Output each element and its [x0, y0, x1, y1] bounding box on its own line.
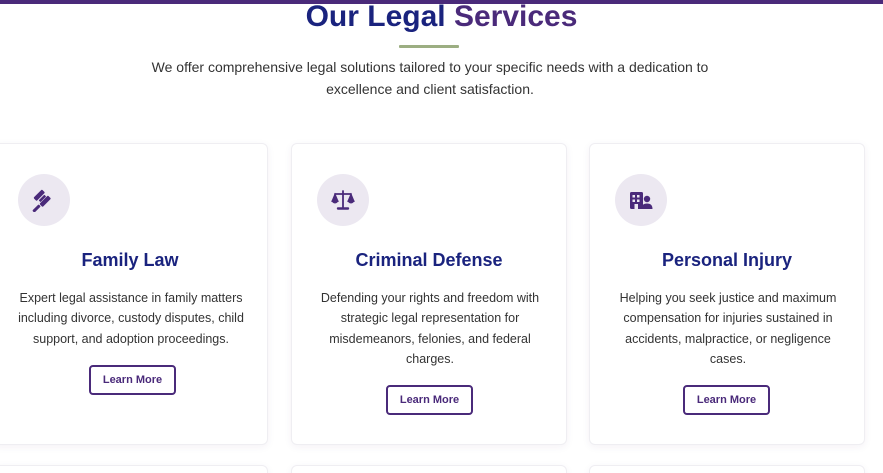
service-card-next-row [291, 465, 567, 473]
scales-icon [331, 190, 355, 210]
title-part-main: Our Legal [305, 0, 454, 33]
service-title: Criminal Defense [355, 250, 503, 270]
service-card-next-row [589, 465, 865, 473]
gavel-icon [32, 189, 51, 212]
title-part-accent: Services [453, 0, 578, 33]
service-card-criminal-defense: Criminal Defense Defending your rights a… [291, 143, 567, 445]
section-subtitle: We offer comprehensive legal solutions t… [151, 59, 709, 97]
icon-circle [317, 174, 369, 226]
service-description: Defending your rights and freedom with s… [320, 291, 540, 366]
icon-circle [18, 174, 70, 226]
service-card-personal-injury: Personal Injury Helping you seek justice… [589, 143, 865, 445]
service-title: Personal Injury [661, 250, 793, 270]
service-card-family-law: Family Law Expert legal assistance in fa… [0, 143, 268, 445]
service-card-next-row [0, 465, 268, 473]
service-description: Helping you seek justice and maximum com… [619, 291, 837, 366]
learn-more-button[interactable]: Learn More [683, 385, 770, 415]
learn-more-button[interactable]: Learn More [89, 365, 176, 395]
service-title: Family Law [81, 250, 179, 270]
icon-circle [615, 174, 667, 226]
learn-more-button[interactable]: Learn More [386, 385, 473, 415]
title-underline [399, 45, 459, 48]
service-description: Expert legal assistance in family matter… [18, 291, 244, 346]
section-title: Our Legal Services [0, 0, 883, 34]
hospital-user-icon [630, 192, 653, 209]
